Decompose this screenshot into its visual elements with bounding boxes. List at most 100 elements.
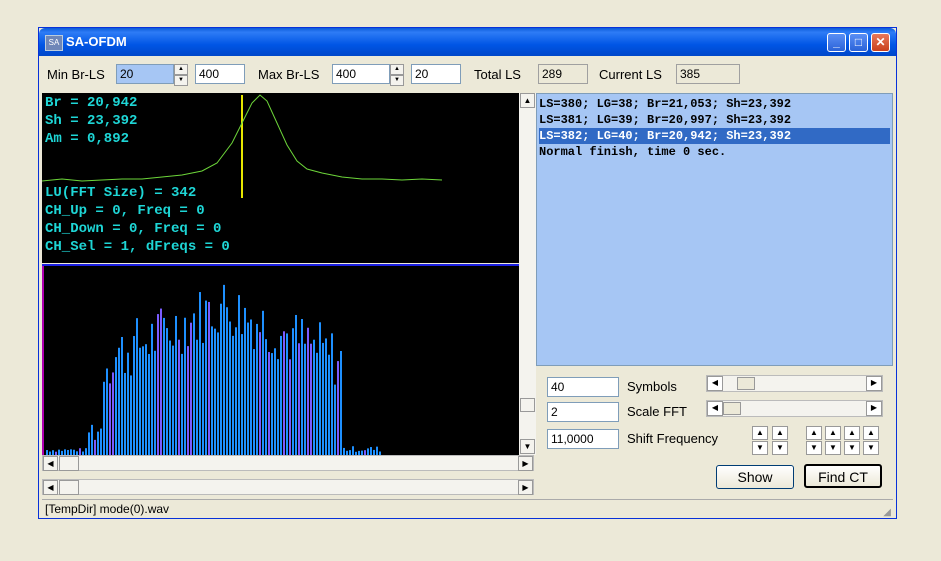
- subcarrier-bar: [310, 343, 312, 455]
- scroll-up-icon[interactable]: ▲: [520, 93, 535, 108]
- min-br-step-input[interactable]: [195, 64, 245, 84]
- scale-fft-slider[interactable]: ◀ ▶: [706, 400, 883, 417]
- subcarrier-bar: [316, 352, 318, 455]
- slider-right-icon[interactable]: ▶: [866, 376, 882, 391]
- scroll-thumb[interactable]: [520, 398, 535, 412]
- subcarrier-bar: [235, 327, 237, 455]
- bar-plot: [42, 266, 381, 455]
- scale-fft-input[interactable]: [547, 402, 619, 422]
- current-ls-value: [676, 64, 740, 84]
- find-ct-button[interactable]: Find CT: [804, 464, 882, 488]
- scale-fft-slider-thumb[interactable]: [723, 402, 741, 415]
- fine-up-icon[interactable]: ▲: [806, 426, 822, 440]
- total-ls-value: [538, 64, 588, 84]
- subcarrier-bar: [232, 335, 234, 455]
- fft-size-readout: LU(FFT Size) = 342: [45, 185, 197, 201]
- subcarrier-bar: [274, 348, 276, 455]
- results-log[interactable]: LS=380; LG=38; Br=21,053; Sh=23,392 LS=3…: [536, 93, 893, 366]
- scroll-right-icon[interactable]: ▶: [518, 480, 533, 495]
- subcarrier-bar: [109, 383, 111, 455]
- subcarrier-bar: [244, 307, 246, 455]
- fine-down-icon[interactable]: ▼: [806, 441, 822, 455]
- subcarrier-bar: [376, 446, 378, 455]
- subcarrier-bar: [337, 361, 339, 455]
- subcarrier-bar: [193, 313, 195, 455]
- subcarrier-bar: [268, 352, 270, 455]
- scope-hscroll-1[interactable]: ◀ ▶: [42, 455, 534, 471]
- scope-hscroll-2[interactable]: ◀ ▶: [42, 479, 534, 495]
- close-button[interactable]: ✕: [871, 33, 890, 52]
- scroll-left-icon[interactable]: ◀: [43, 456, 58, 471]
- subcarrier-bar: [88, 432, 90, 455]
- subcarrier-bar: [220, 303, 222, 455]
- symbols-slider-thumb[interactable]: [737, 377, 755, 390]
- subcarrier-bar: [166, 328, 168, 455]
- subcarrier-bar: [328, 354, 330, 455]
- scale-fft-label: Scale FFT: [627, 404, 687, 419]
- subcarrier-bar: [343, 447, 345, 455]
- log-line-selected[interactable]: LS=382; LG=40; Br=20,942; Sh=23,392: [539, 128, 890, 144]
- subcarrier-bar: [97, 431, 99, 455]
- subcarrier-bar: [79, 448, 81, 455]
- symbols-slider[interactable]: ◀ ▶: [706, 375, 883, 392]
- fine-up-icon[interactable]: ▲: [844, 426, 860, 440]
- log-line[interactable]: LS=381; LG=39; Br=20,997; Sh=23,392: [539, 112, 890, 128]
- max-br-input[interactable]: [332, 64, 390, 84]
- log-line[interactable]: Normal finish, time 0 sec.: [539, 144, 890, 160]
- fine-down-icon[interactable]: ▼: [863, 441, 879, 455]
- toolbar: Min Br-LS ▲▼ Max Br-LS ▲▼ Total LS Curre…: [42, 59, 893, 91]
- subcarrier-bar: [121, 336, 123, 455]
- window-title: SA-OFDM: [66, 34, 127, 49]
- subcarrier-bar: [250, 319, 252, 455]
- min-br-spinner[interactable]: ▲ ▼: [174, 64, 188, 86]
- fine-up-icon[interactable]: ▲: [825, 426, 841, 440]
- subcarrier-bar: [85, 448, 87, 455]
- shift-up-icon[interactable]: ▲: [752, 426, 768, 440]
- fine-up-icon[interactable]: ▲: [863, 426, 879, 440]
- symbols-input[interactable]: [547, 377, 619, 397]
- max-br-spinner[interactable]: ▲ ▼: [390, 64, 404, 86]
- scroll-right-icon[interactable]: ▶: [518, 456, 533, 471]
- shift-up-icon[interactable]: ▲: [772, 426, 788, 440]
- subcarrier-bar: [187, 346, 189, 455]
- subcarrier-bar: [292, 328, 294, 455]
- hscroll-thumb-2[interactable]: [59, 480, 79, 495]
- min-br-input[interactable]: [116, 64, 174, 84]
- resize-grip-icon[interactable]: ◢: [883, 507, 891, 518]
- scroll-down-icon[interactable]: ▼: [520, 439, 535, 454]
- subcarrier-bar: [133, 336, 135, 455]
- subcarrier-bar: [106, 368, 108, 455]
- subcarrier-bar: [340, 350, 342, 455]
- fine-down-icon[interactable]: ▼: [844, 441, 860, 455]
- slider-right-icon[interactable]: ▶: [866, 401, 882, 416]
- subcarrier-bar: [172, 345, 174, 455]
- subcarrier-bar: [139, 347, 141, 455]
- scroll-left-icon[interactable]: ◀: [43, 480, 58, 495]
- scope-vscroll[interactable]: ▲ ▼: [519, 93, 536, 455]
- subcarrier-bar: [280, 335, 282, 455]
- status-bar: [TempDir] mode(0).wav ◢: [42, 499, 893, 518]
- show-button[interactable]: Show: [716, 465, 794, 489]
- subcarrier-bar: [217, 332, 219, 455]
- shift-frequency-input[interactable]: [547, 429, 619, 449]
- shift-down-icon[interactable]: ▼: [752, 441, 768, 455]
- subcarrier-bar: [226, 307, 228, 455]
- log-line[interactable]: LS=380; LG=38; Br=21,053; Sh=23,392: [539, 96, 890, 112]
- title-bar[interactable]: SA SA-OFDM _ □ ✕: [39, 28, 896, 56]
- subcarrier-bar: [313, 339, 315, 455]
- ch-sel-readout: CH_Sel = 1, dFreqs = 0: [45, 239, 230, 255]
- subcarrier-bar: [118, 347, 120, 455]
- slider-left-icon[interactable]: ◀: [707, 401, 723, 416]
- max-br-step-input[interactable]: [411, 64, 461, 84]
- max-br-label: Max Br-LS: [258, 67, 320, 82]
- slider-left-icon[interactable]: ◀: [707, 376, 723, 391]
- hscroll-thumb-1[interactable]: [59, 456, 79, 471]
- minimize-button[interactable]: _: [827, 33, 846, 52]
- maximize-button[interactable]: □: [849, 33, 868, 52]
- subcarrier-bar: [262, 310, 264, 455]
- subcarrier-bar: [265, 339, 267, 455]
- subcarrier-bar: [370, 447, 372, 455]
- fine-down-icon[interactable]: ▼: [825, 441, 841, 455]
- subcarrier-bar: [124, 372, 126, 455]
- shift-down-icon[interactable]: ▼: [772, 441, 788, 455]
